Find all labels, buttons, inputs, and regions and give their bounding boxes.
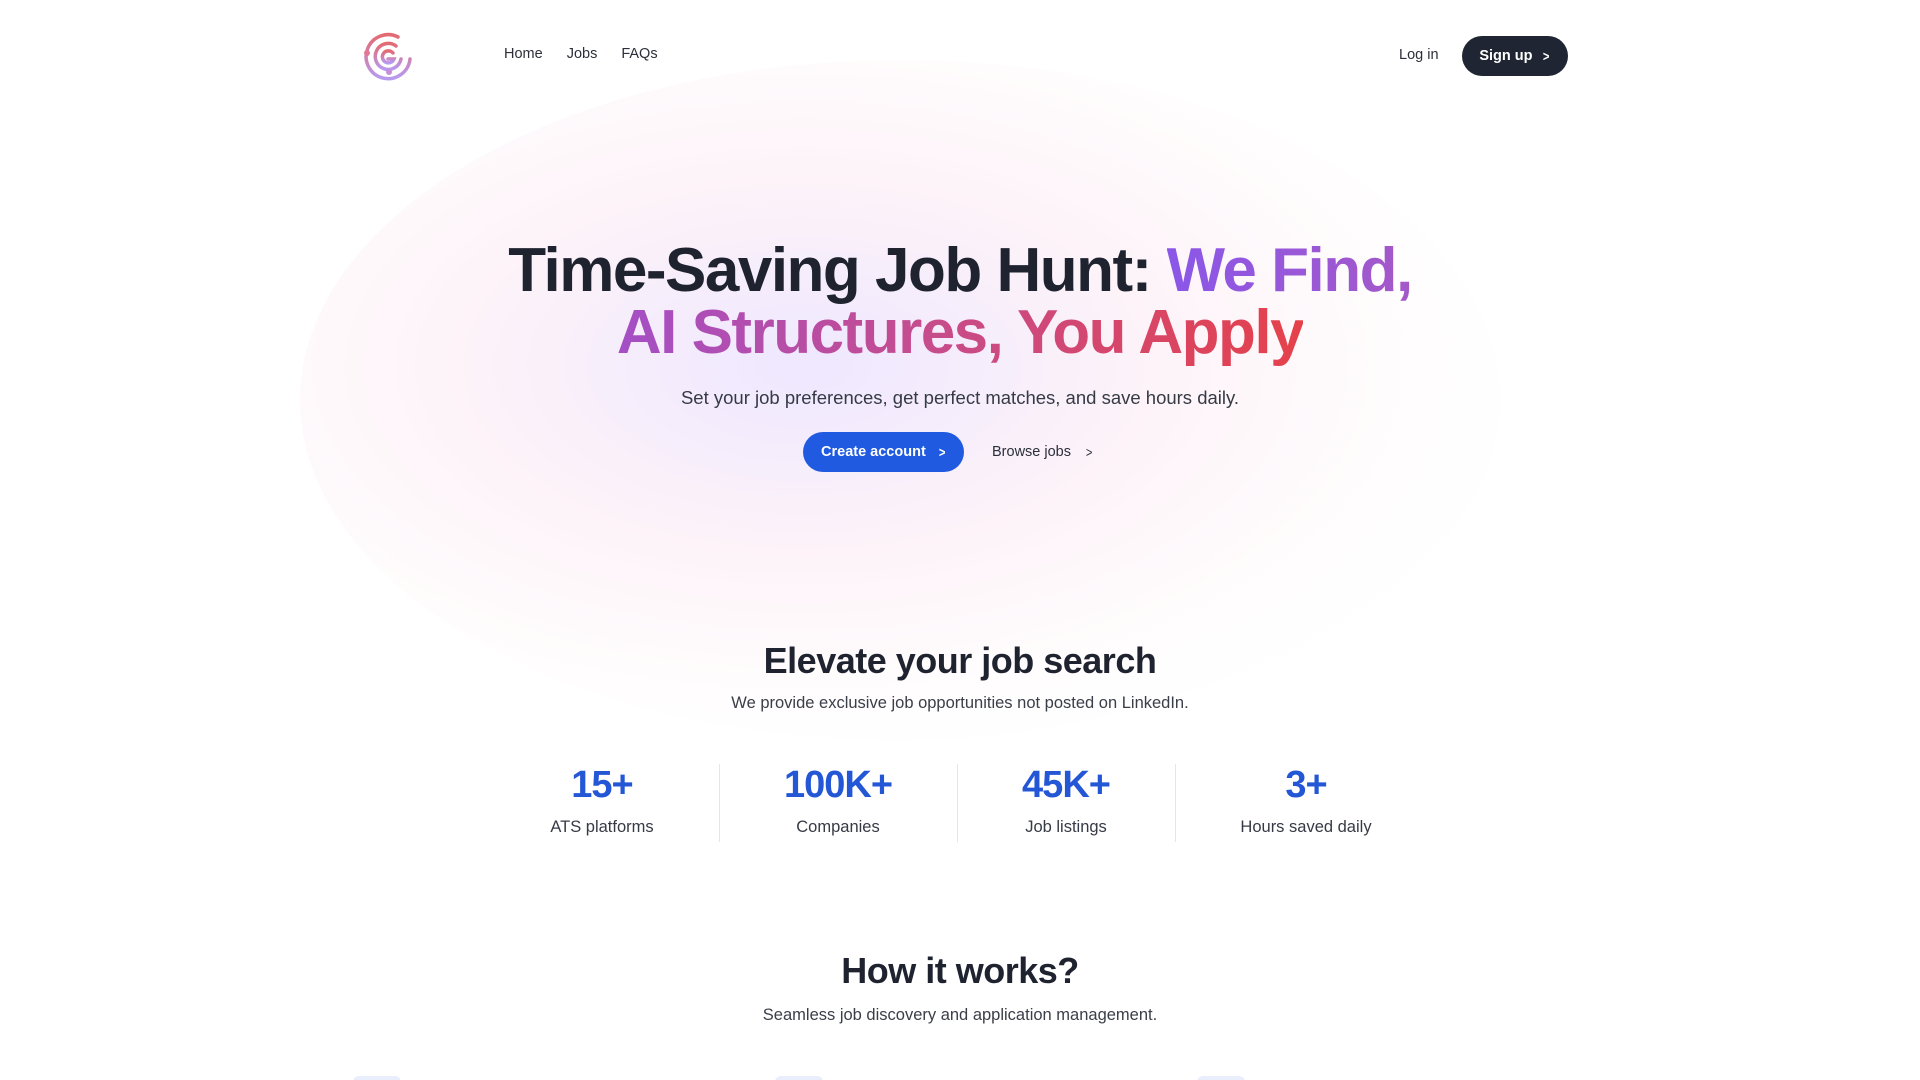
- hero-subtitle: Set your job preferences, get perfect ma…: [680, 387, 1240, 408]
- signup-label: Sign up: [1479, 48, 1533, 64]
- stat-label: Job listings: [1025, 818, 1107, 836]
- create-account-label: Create account: [821, 444, 926, 460]
- create-account-button[interactable]: Create account >: [803, 432, 964, 472]
- stat-hours-saved: 3+ Hours saved daily: [1214, 762, 1398, 840]
- stat-label: Companies: [796, 818, 880, 836]
- stat-divider: [1175, 764, 1176, 842]
- stat-value: 100K+: [783, 764, 893, 806]
- how-it-works-subtitle: Seamless job discovery and application m…: [762, 1006, 1158, 1024]
- logo-icon[interactable]: [360, 29, 416, 85]
- stat-divider: [719, 764, 720, 842]
- site-header: Home Jobs FAQs Log in Sign up >: [0, 0, 1920, 112]
- main-nav: Home Jobs FAQs: [504, 46, 658, 62]
- signup-button[interactable]: Sign up >: [1462, 36, 1568, 76]
- step-card-icon: [1197, 1076, 1245, 1080]
- nav-jobs[interactable]: Jobs: [567, 46, 598, 62]
- stat-divider: [957, 764, 958, 842]
- stat-job-listings: 45K+ Job listings: [986, 762, 1146, 840]
- chevron-right-icon: >: [938, 444, 946, 460]
- browse-jobs-button[interactable]: Browse jobs >: [992, 444, 1093, 460]
- stat-ats-platforms: 15+ ATS platforms: [520, 762, 684, 840]
- hero-title-dark: Time-Saving Job Hunt:: [508, 236, 1167, 305]
- stat-value: 45K+: [1022, 764, 1111, 806]
- chevron-right-icon: >: [1543, 48, 1550, 64]
- step-card-icon: [775, 1076, 823, 1080]
- hero-cta-group: Create account > Browse jobs >: [803, 432, 1093, 472]
- chevron-right-icon: >: [1085, 444, 1093, 460]
- hero-title-accent-1: We Find,: [1166, 236, 1414, 305]
- stat-label: Hours saved daily: [1240, 818, 1372, 836]
- login-link[interactable]: Log in: [1399, 47, 1439, 63]
- stat-label: ATS platforms: [550, 818, 654, 836]
- stat-value: 15+: [571, 764, 633, 806]
- elevate-subtitle: We provide exclusive job opportunities n…: [731, 694, 1189, 712]
- stat-companies: 100K+ Companies: [758, 762, 918, 840]
- nav-home[interactable]: Home: [504, 46, 543, 62]
- step-card-icon: [353, 1076, 401, 1080]
- hero-title-accent-2: AI Structures, You Apply: [616, 298, 1305, 367]
- stats-row: 15+ ATS platforms 100K+ Companies 45K+ J…: [0, 762, 1920, 842]
- how-it-works-title: How it works?: [841, 950, 1079, 991]
- nav-faqs[interactable]: FAQs: [621, 46, 657, 62]
- stat-value: 3+: [1285, 764, 1327, 806]
- elevate-title: Elevate your job search: [763, 640, 1157, 681]
- browse-jobs-label: Browse jobs: [992, 444, 1071, 460]
- hero-title: Time-Saving Job Hunt: We Find, AI Struct…: [0, 240, 1920, 364]
